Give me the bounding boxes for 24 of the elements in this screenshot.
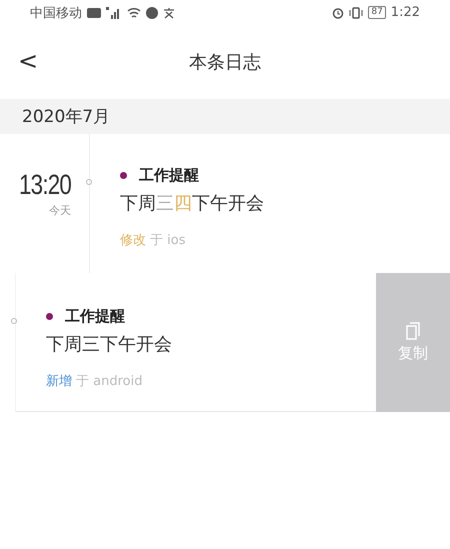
log-message: 下周三下午开会 bbox=[46, 333, 173, 356]
platform-label: 于 android bbox=[76, 373, 142, 390]
vibrate-icon bbox=[349, 6, 364, 18]
carrier-name: 中国移动 bbox=[30, 4, 82, 22]
month-header: 2020年7月 bbox=[22, 106, 110, 128]
alarm-icon bbox=[332, 6, 344, 18]
timeline-dot bbox=[11, 318, 17, 324]
copy-icon bbox=[405, 322, 421, 340]
back-button[interactable]: < bbox=[14, 47, 42, 75]
signal-icon bbox=[106, 6, 122, 18]
battery-level: 87 bbox=[368, 6, 386, 19]
timeline-dot bbox=[86, 179, 92, 185]
entry-day: 今天 bbox=[49, 203, 71, 218]
page-title: 本条日志 bbox=[189, 51, 261, 74]
tag-label: 工作提醒 bbox=[139, 166, 199, 185]
log-message: 下周三四下午开会 bbox=[120, 192, 265, 215]
platform-label: 于 ios bbox=[150, 232, 186, 249]
tag-label: 工作提醒 bbox=[65, 307, 125, 326]
clock-time: 1:22 bbox=[390, 5, 420, 20]
change-type: 新增 bbox=[46, 373, 72, 390]
translate-icon bbox=[163, 6, 175, 18]
change-type: 修改 bbox=[120, 232, 146, 249]
entry-time: 13:20 bbox=[18, 169, 71, 201]
wifi-icon bbox=[127, 6, 141, 18]
